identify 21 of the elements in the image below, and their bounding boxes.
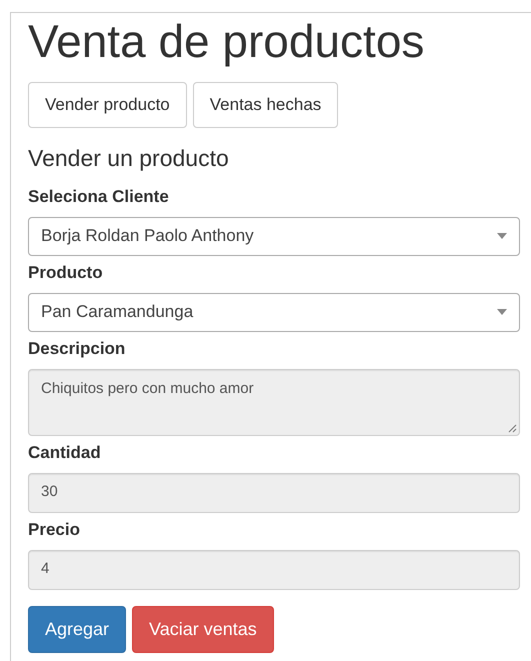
field-value: Chiquitos pero con mucho amor [41,380,254,396]
section-title: Vender un producto [28,144,230,173]
select-field[interactable]: Borja Roldan Paolo Anthony [28,216,520,256]
action-button[interactable]: Vaciar ventas [132,606,274,652]
select-value: Borja Roldan Paolo Anthony [41,225,254,248]
field-value: 30 [41,482,58,502]
nav-button[interactable]: Vender producto [28,82,187,128]
field-value: 4 [41,559,50,580]
field-label: Descripcion [28,338,126,358]
select-value: Pan Caramandunga [41,301,194,324]
field-label: Producto [28,262,103,282]
caret-icon [497,233,507,239]
action-button[interactable]: Agregar [28,606,126,652]
resize-handle-icon [508,424,517,432]
nav-button[interactable]: Ventas hechas [192,82,338,128]
select-field[interactable]: Pan Caramandunga [28,292,520,332]
field-label: Seleciona Cliente [28,186,169,206]
page-title: Venta de productos [28,14,426,68]
field-label: Cantidad [28,442,101,462]
caret-icon [497,309,507,315]
field-label: Precio [28,520,80,538]
